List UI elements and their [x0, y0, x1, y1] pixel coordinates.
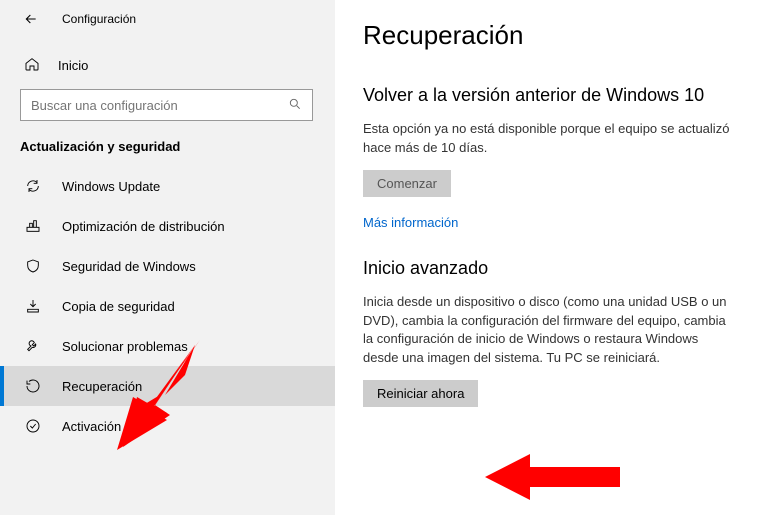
- home-icon: [24, 56, 40, 75]
- settings-window: Configuración Inicio Actualización y seg…: [0, 0, 768, 515]
- sidebar-item-home[interactable]: Inicio: [0, 46, 335, 85]
- sidebar-item-label: Optimización de distribución: [62, 219, 225, 234]
- search-field[interactable]: [31, 98, 288, 113]
- troubleshoot-icon: [24, 338, 42, 354]
- sidebar-item-delivery-optimization[interactable]: Optimización de distribución: [0, 206, 335, 246]
- back-button[interactable]: [22, 10, 40, 28]
- sync-icon: [24, 178, 42, 194]
- content-pane: Recuperación Volver a la versión anterio…: [335, 0, 768, 515]
- sidebar-item-backup[interactable]: Copia de seguridad: [0, 286, 335, 326]
- recovery-icon: [24, 378, 42, 394]
- sidebar-item-label: Recuperación: [62, 379, 142, 394]
- sidebar-item-label: Seguridad de Windows: [62, 259, 196, 274]
- rollback-title: Volver a la versión anterior de Windows …: [363, 85, 730, 106]
- restart-now-button[interactable]: Reiniciar ahora: [363, 380, 478, 407]
- page-title: Recuperación: [363, 20, 730, 51]
- search-input[interactable]: [20, 89, 313, 121]
- sidebar-item-label: Activación: [62, 419, 121, 434]
- nav: Windows Update Optimización de distribuc…: [0, 166, 335, 446]
- arrow-left-icon: [23, 11, 39, 27]
- sidebar-item-troubleshoot[interactable]: Solucionar problemas: [0, 326, 335, 366]
- sidebar-item-windows-update[interactable]: Windows Update: [0, 166, 335, 206]
- more-info-link[interactable]: Más información: [363, 215, 458, 230]
- sidebar-item-windows-security[interactable]: Seguridad de Windows: [0, 246, 335, 286]
- sidebar-item-recovery[interactable]: Recuperación: [0, 366, 335, 406]
- search-wrap: [0, 85, 335, 133]
- advanced-startup-body: Inicia desde un dispositivo o disco (com…: [363, 293, 730, 368]
- search-icon: [288, 97, 302, 114]
- topbar: Configuración: [0, 0, 335, 36]
- sidebar-item-activation[interactable]: Activación: [0, 406, 335, 446]
- advanced-startup-title: Inicio avanzado: [363, 258, 730, 279]
- sidebar: Configuración Inicio Actualización y seg…: [0, 0, 335, 515]
- shield-icon: [24, 258, 42, 274]
- rollback-start-button: Comenzar: [363, 170, 451, 197]
- sidebar-item-label: Inicio: [58, 58, 88, 73]
- sidebar-item-label: Windows Update: [62, 179, 160, 194]
- backup-icon: [24, 298, 42, 314]
- sidebar-item-label: Copia de seguridad: [62, 299, 175, 314]
- sidebar-item-label: Solucionar problemas: [62, 339, 188, 354]
- section-label: Actualización y seguridad: [0, 133, 335, 166]
- rollback-body: Esta opción ya no está disponible porque…: [363, 120, 730, 158]
- activation-icon: [24, 418, 42, 434]
- optimization-icon: [24, 218, 42, 234]
- window-title: Configuración: [62, 12, 136, 26]
